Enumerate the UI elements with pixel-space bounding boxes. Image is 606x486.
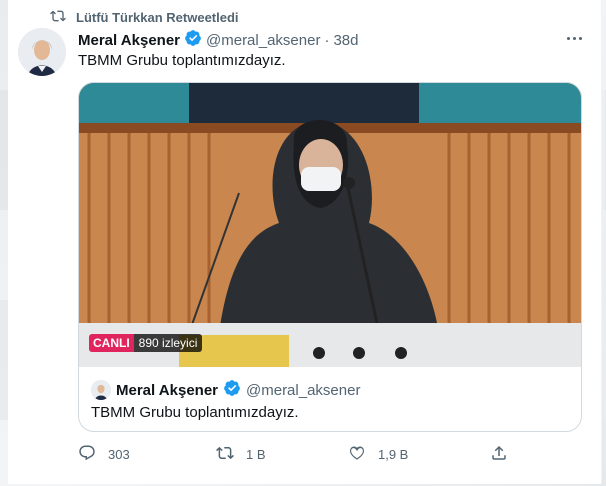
tweet-card[interactable]: Lütfü Türkkan Retweetledi Meral Akşener … xyxy=(8,0,602,484)
retweet-count: 1 B xyxy=(246,447,266,462)
share-icon xyxy=(490,444,508,465)
reply-button[interactable]: 303 xyxy=(78,444,130,465)
viewer-count: 890 izleyici xyxy=(133,334,203,352)
reply-count: 303 xyxy=(108,447,130,462)
author-handle[interactable]: @meral_aksener xyxy=(206,32,320,49)
like-count: 1,9 B xyxy=(378,447,409,462)
quoted-text: TBMM Grubu toplantımızdayız. xyxy=(91,404,299,421)
reply-icon xyxy=(78,444,96,465)
share-button[interactable] xyxy=(490,444,508,465)
tweet-time[interactable]: 38d xyxy=(333,32,358,49)
video-frame xyxy=(79,83,581,367)
tweet-header: Meral Akşener @meral_aksener · 38d xyxy=(78,29,358,51)
quoted-avatar xyxy=(91,380,111,400)
retweet-action-icon xyxy=(216,444,234,465)
retweet-label: Lütfü Türkkan Retweetledi xyxy=(76,10,239,25)
like-icon xyxy=(348,444,366,465)
quoted-tweet[interactable]: CANLI 890 izleyici Meral Akşener @meral_… xyxy=(78,82,582,432)
live-badge: CANLI xyxy=(89,334,134,352)
retweet-indicator[interactable]: Lütfü Türkkan Retweetledi xyxy=(50,8,239,27)
live-indicator: CANLI 890 izleyici xyxy=(89,334,203,352)
quoted-author-handle[interactable]: @meral_aksener xyxy=(246,382,360,399)
separator-dot: · xyxy=(324,31,330,49)
author-name[interactable]: Meral Akşener xyxy=(78,32,180,49)
like-button[interactable]: 1,9 B xyxy=(348,444,408,465)
tweet-text: TBMM Grubu toplantımızdayız. xyxy=(78,52,286,69)
action-bar: 303 1 B 1,9 B xyxy=(78,444,508,468)
avatar[interactable] xyxy=(18,28,66,76)
live-video[interactable]: CANLI 890 izleyici xyxy=(79,83,581,367)
verified-icon xyxy=(184,29,202,51)
quoted-author-name[interactable]: Meral Akşener xyxy=(116,382,218,399)
retweet-button[interactable]: 1 B xyxy=(216,444,266,465)
quoted-verified-icon xyxy=(223,379,241,401)
quoted-header: Meral Akşener @meral_aksener xyxy=(91,379,360,401)
more-icon[interactable] xyxy=(564,30,584,46)
retweet-icon xyxy=(50,8,66,27)
